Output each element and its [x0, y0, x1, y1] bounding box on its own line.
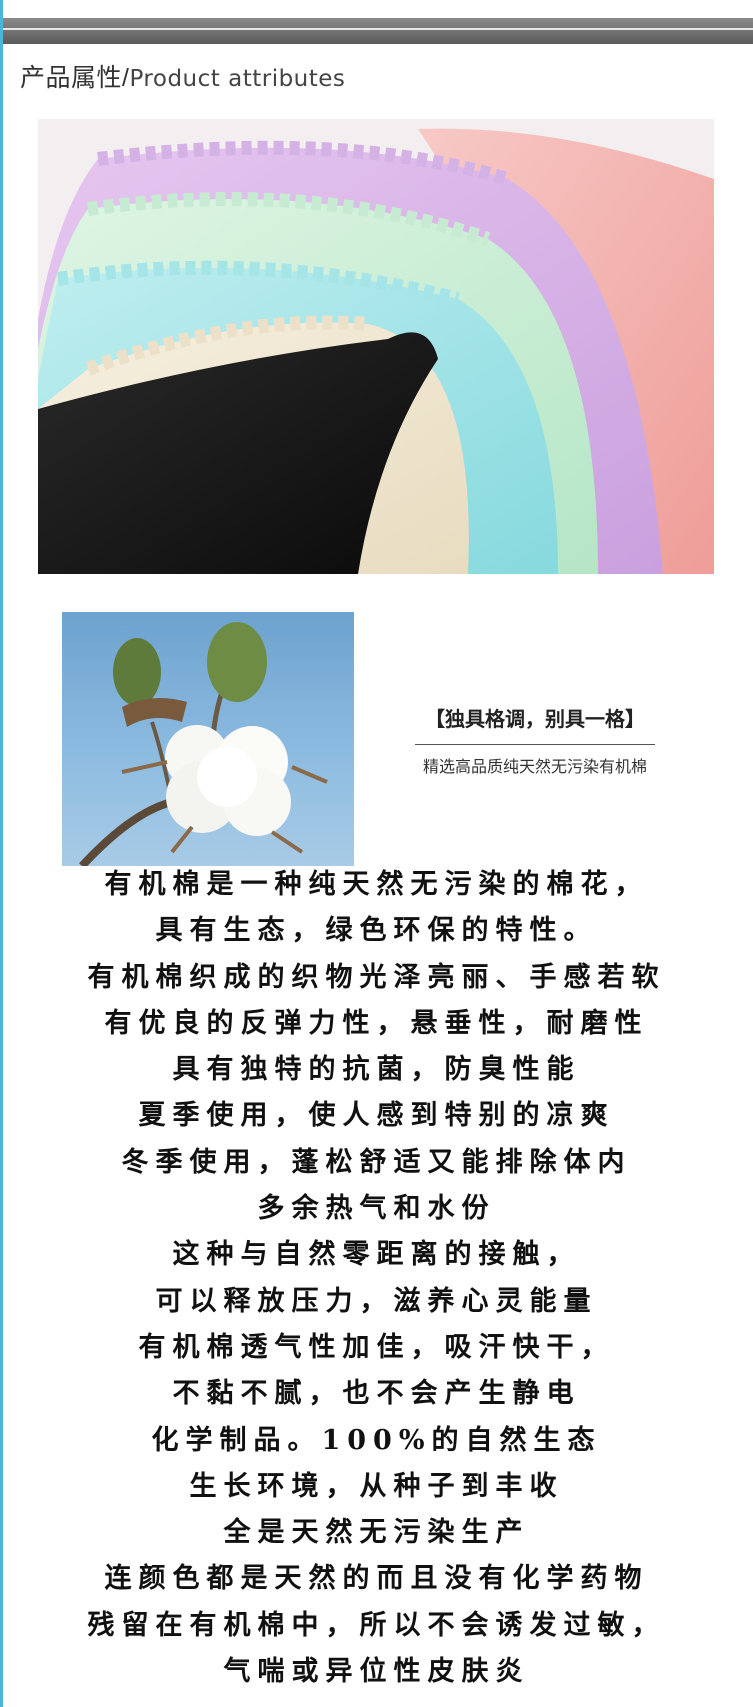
body-line: 有机棉透气性加佳，吸汗快干，: [138, 1331, 615, 1363]
header-bar: [3, 18, 753, 44]
cotton-bud-right: [207, 622, 267, 702]
caption-title: 【独具格调，别具一格】: [425, 707, 645, 731]
section-title: 产品属性/Product attributes: [20, 58, 345, 94]
cotton-boll: [197, 747, 257, 807]
fabric-illustration: [38, 119, 714, 574]
body-line: 夏季使用，使人感到特别的凉爽: [138, 1100, 615, 1132]
body-line: 连颜色都是天然的而且没有化学药物: [104, 1563, 649, 1595]
body-line: 可以释放压力，滋养心灵能量: [155, 1285, 598, 1317]
body-line: 具有独特的抗菌，防臭性能: [172, 1054, 581, 1086]
body-line: 化学制品。100%的自然生态: [151, 1424, 602, 1456]
caption: 【独具格调，别具一格】 精选高品质纯天然无污染有机棉: [390, 703, 680, 777]
body-text: 有机棉是一种纯天然无污染的棉花， 具有生态，绿色环保的特性。 有机棉织成的织物光…: [0, 862, 753, 1695]
caption-subtitle: 精选高品质纯天然无污染有机棉: [422, 757, 647, 776]
body-line: 冬季使用，蓬松舒适又能排除体内: [121, 1146, 632, 1178]
body-line: 这种与自然零距离的接触，: [172, 1239, 581, 1271]
section-title-cn: 产品属性: [20, 64, 123, 92]
body-line: 生长环境，从种子到丰收: [189, 1470, 564, 1502]
cotton-bud-left: [113, 638, 161, 706]
caption-divider: [415, 744, 655, 745]
body-line: 不黏不腻，也不会产生静电: [172, 1378, 581, 1410]
cotton-photo: [62, 612, 354, 866]
fabric-photo: [38, 119, 714, 574]
body-line: 全是天然无污染生产: [223, 1517, 530, 1549]
body-line: 气喘或异位性皮肤炎: [223, 1656, 530, 1688]
section-title-en: Product attributes: [129, 66, 346, 92]
body-line: 有机棉是一种纯天然无污染的棉花，: [104, 869, 649, 900]
body-line: 残留在有机棉中，所以不会诱发过敏，: [87, 1609, 666, 1641]
body-line: 多余热气和水份: [257, 1193, 496, 1225]
body-line: 有优良的反弹力性，悬垂性，耐磨性: [104, 1007, 649, 1039]
body-line: 具有生态，绿色环保的特性。: [155, 915, 598, 947]
body-line: 有机棉织成的织物光泽亮丽、手感若软: [87, 961, 666, 993]
cotton-illustration: [79, 622, 328, 866]
